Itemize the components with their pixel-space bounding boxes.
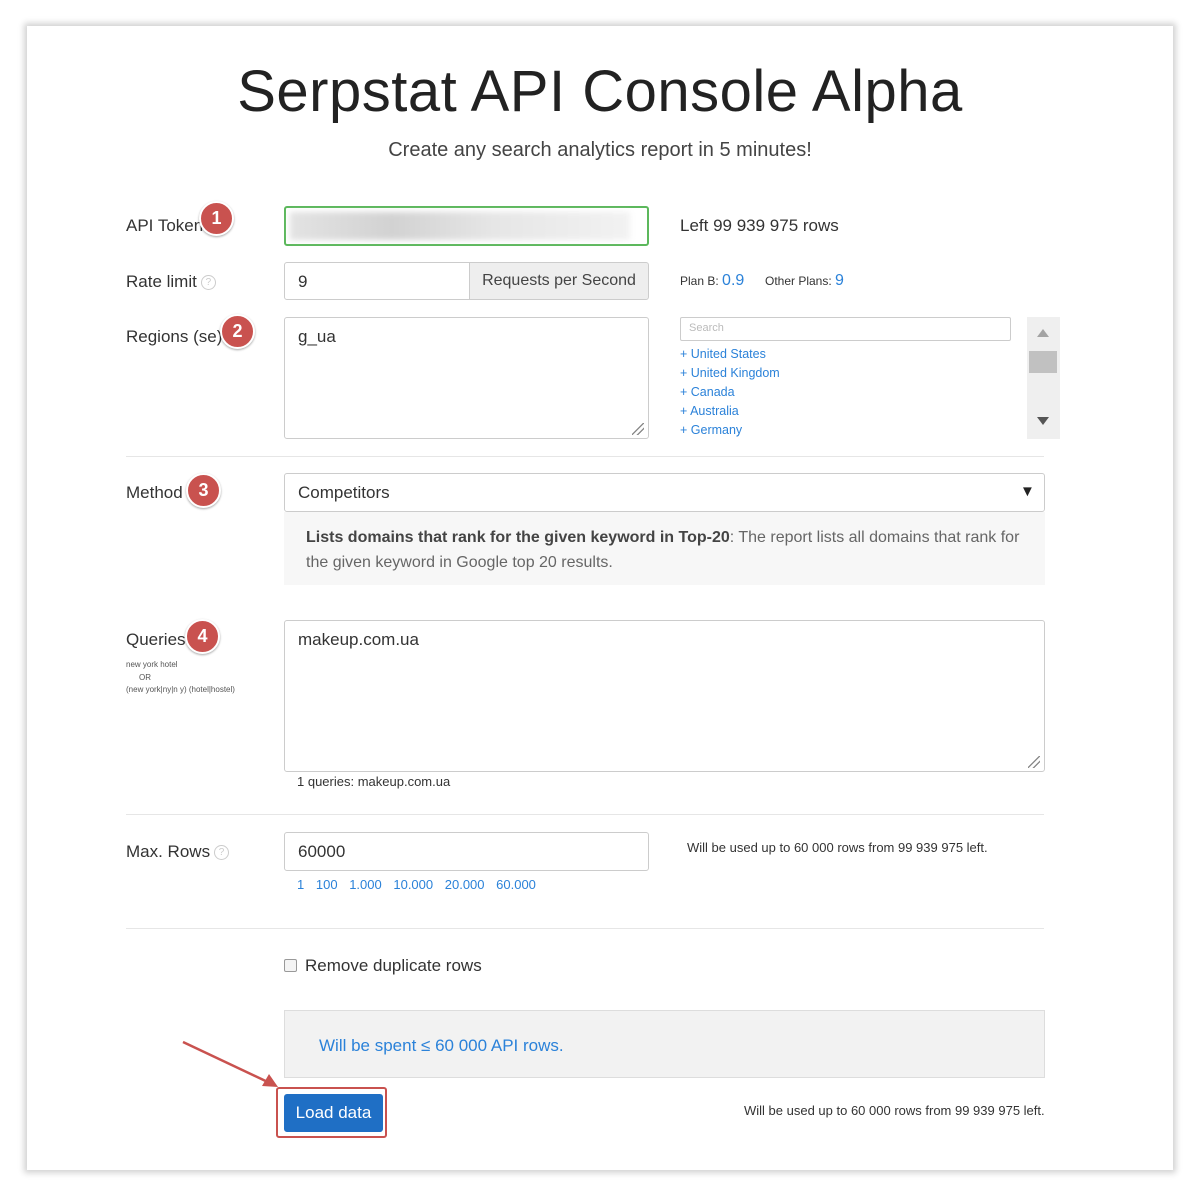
help-circle-icon[interactable]: ? <box>214 845 230 861</box>
max-rows-label-text: Max. Rows <box>126 842 211 861</box>
console-card <box>27 26 1173 1170</box>
section-divider <box>126 814 1044 815</box>
queries-value: makeup.com.ua <box>298 630 419 649</box>
rate-limit-input[interactable] <box>284 262 470 300</box>
max-rows-note: Will be used up to 60 000 rows from 99 9… <box>687 840 988 855</box>
max-rows-preset[interactable]: 10.000 <box>393 877 433 892</box>
rate-unit-addon: Requests per Second <box>469 262 649 300</box>
method-label: Method <box>126 483 183 502</box>
region-item[interactable]: + Australia <box>680 402 780 421</box>
method-description-title: Lists domains that rank for the given ke… <box>306 529 730 546</box>
remove-duplicates-checkbox[interactable] <box>284 959 297 972</box>
step-badge-1: 1 <box>199 201 234 236</box>
other-plans-label: Other Plans: <box>764 274 832 288</box>
api-token-blurred-value <box>290 212 630 240</box>
max-rows-value: 60000 <box>298 842 346 861</box>
regions-search-input[interactable] <box>680 317 1011 341</box>
step-badge-3: 3 <box>186 473 221 508</box>
max-rows-preset[interactable]: 100 <box>316 877 338 892</box>
triangle-down-icon[interactable]: ▼ <box>1020 483 1035 500</box>
page-title: Serpstat API Console Alpha <box>237 59 963 124</box>
spend-text: Will be spent ≤ 60 000 API rows. <box>319 1036 564 1055</box>
page-subtitle: Create any search analytics report in 5 … <box>388 139 812 161</box>
rate-limit-value: 9 <box>298 272 308 291</box>
step-badge-2: 2 <box>220 314 255 349</box>
regions-search-placeholder: Search <box>689 322 724 334</box>
plan-rates: Plan B: 0.9 Other Plans: 9 <box>680 272 844 290</box>
queries-hint-example-2: (new york|ny|n y) (hotel|hostel) <box>126 685 235 694</box>
regions-textarea[interactable] <box>284 317 649 439</box>
region-item[interactable]: + Germany <box>680 421 780 440</box>
rate-limit-label-text: Rate limit <box>126 272 197 291</box>
help-circle-icon[interactable]: ? <box>200 275 216 291</box>
arrow-down-icon[interactable] <box>1037 417 1049 425</box>
max-rows-preset[interactable]: 20.000 <box>445 877 485 892</box>
api-token-label: API Token <box>126 216 204 235</box>
region-item[interactable]: + Canada <box>680 383 780 402</box>
method-select[interactable] <box>284 473 1045 512</box>
max-rows-preset[interactable]: 1.000 <box>349 877 382 892</box>
queries-label: Queries <box>126 630 186 649</box>
max-rows-label: Max. Rows? <box>126 842 230 862</box>
other-plans-value[interactable]: 9 <box>835 272 844 289</box>
load-data-button[interactable]: Load data <box>284 1094 383 1132</box>
scrollbar-thumb[interactable] <box>1029 351 1057 373</box>
remove-duplicates-label[interactable]: Remove duplicate rows <box>305 956 482 976</box>
regions-scrollbar[interactable] <box>1027 317 1060 439</box>
queries-summary: 1 queries: makeup.com.ua <box>297 774 451 789</box>
section-divider <box>126 928 1044 929</box>
step-badge-4: 4 <box>185 619 220 654</box>
region-item[interactable]: + United Kingdom <box>680 364 780 383</box>
queries-hint-example-1: new york hotel <box>126 660 178 669</box>
plan-b-value[interactable]: 0.9 <box>722 272 744 289</box>
regions-label: Regions (se) <box>126 327 223 346</box>
queries-hint: new york hotel OR (new york|ny|n y) (hot… <box>126 659 235 697</box>
rows-left-text: Left 99 939 975 rows <box>680 216 839 235</box>
max-rows-preset[interactable]: 60.000 <box>496 877 536 892</box>
max-rows-preset[interactable]: 1 <box>297 877 304 892</box>
resize-handle-icon[interactable] <box>1028 756 1040 768</box>
section-divider <box>126 456 1044 457</box>
method-selected-value: Competitors <box>298 483 390 502</box>
arrow-up-icon[interactable] <box>1037 329 1049 337</box>
resize-handle-icon[interactable] <box>632 423 644 435</box>
load-note: Will be used up to 60 000 rows from 99 9… <box>744 1103 1045 1118</box>
queries-hint-or: OR <box>139 672 151 682</box>
region-item[interactable]: + United States <box>680 345 780 364</box>
max-rows-presets: 1 100 1.000 10.000 20.000 60.000 <box>297 877 536 892</box>
method-description: Lists domains that rank for the given ke… <box>306 525 1026 575</box>
rate-limit-label: Rate limit? <box>126 272 216 292</box>
plan-b-label: Plan B: <box>680 274 719 288</box>
regions-value: g_ua <box>298 327 336 346</box>
arrow-icon <box>182 1040 278 1087</box>
regions-list: + United States + United Kingdom + Canad… <box>680 345 780 440</box>
